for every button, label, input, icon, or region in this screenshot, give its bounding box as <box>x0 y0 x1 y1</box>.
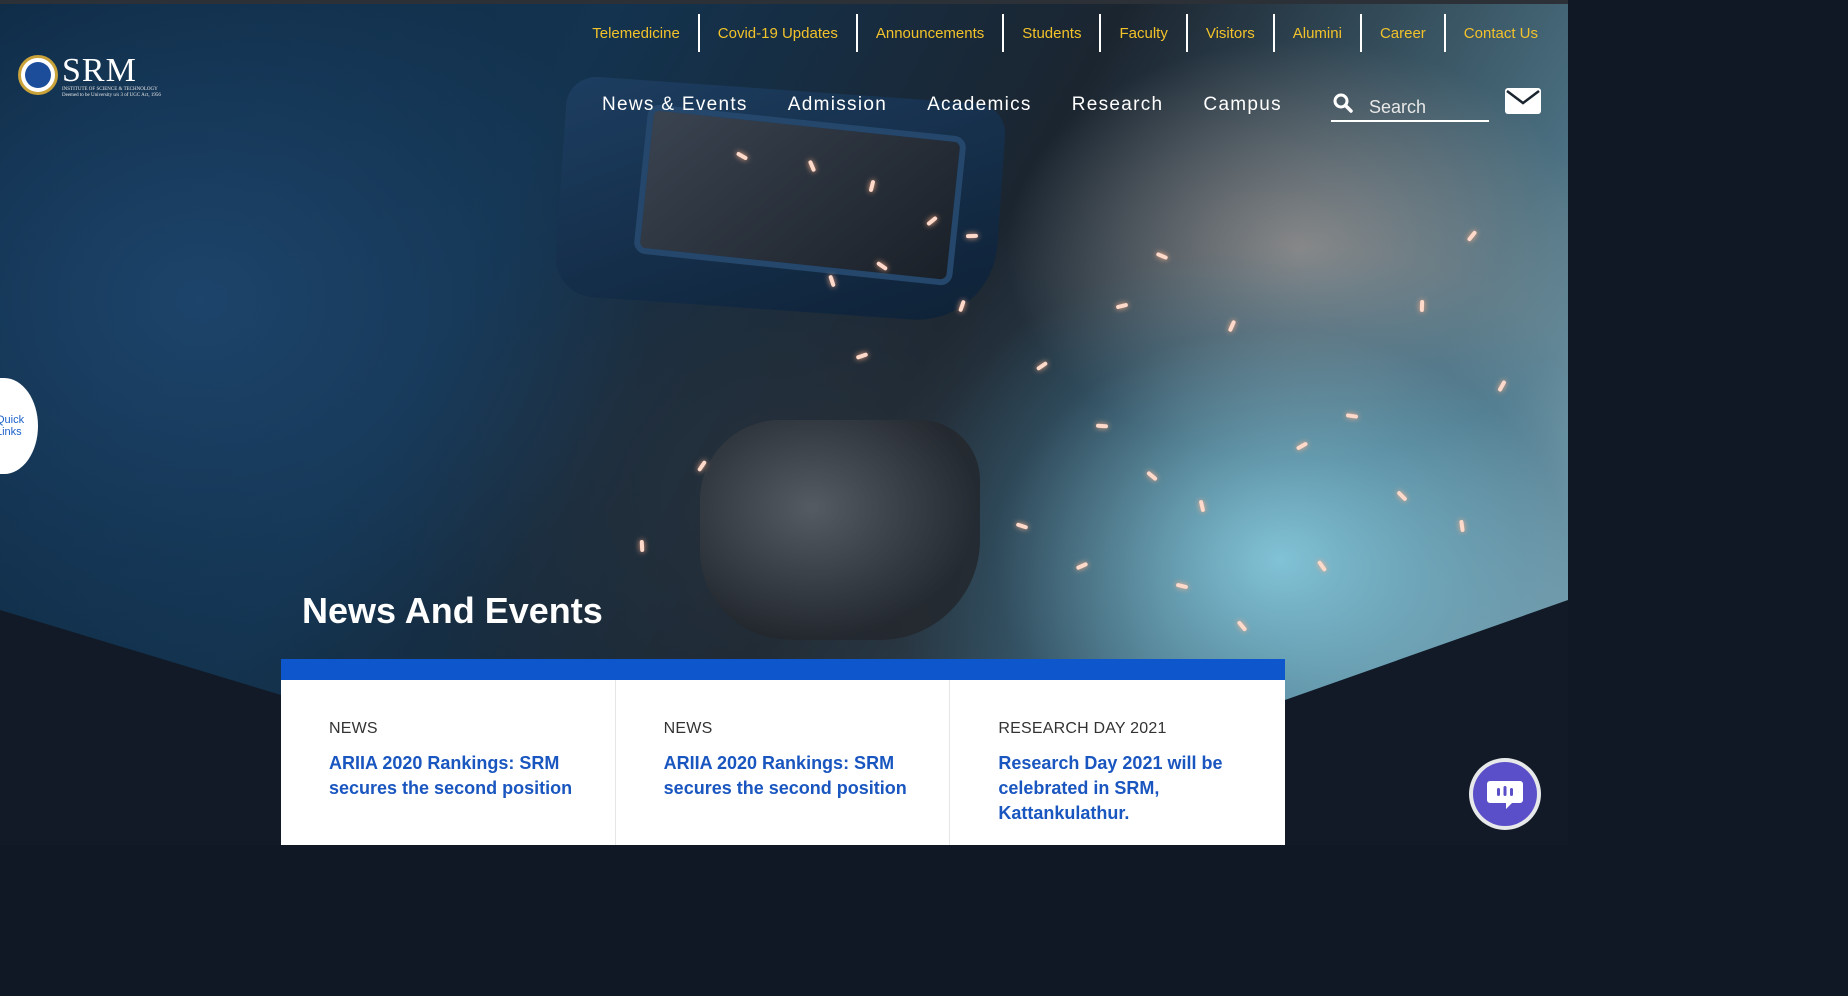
nav-academics[interactable]: Academics <box>907 92 1052 118</box>
chat-icon <box>1487 781 1523 809</box>
nav-admission[interactable]: Admission <box>768 92 907 118</box>
section-title: News And Events <box>302 590 603 631</box>
quick-links-label-2: Links <box>0 426 22 438</box>
util-link-announcements[interactable]: Announcements <box>855 14 1002 52</box>
srm-seal-icon <box>18 55 58 95</box>
nav-campus[interactable]: Campus <box>1183 92 1302 118</box>
news-category: RESEARCH DAY 2021 <box>998 720 1167 737</box>
quick-links-label-1: Quick <box>0 414 25 426</box>
search-icon[interactable] <box>1331 91 1353 119</box>
news-title-link[interactable]: ARIIA 2020 Rankings: SRM secures the sec… <box>329 753 572 798</box>
srm-logo[interactable]: SRM INSTITUTE OF SCIENCE & TECHNOLOGY De… <box>18 52 161 99</box>
news-panel: NEWS ARIIA 2020 Rankings: SRM secures th… <box>281 680 1285 845</box>
util-link-career[interactable]: Career <box>1359 14 1444 52</box>
util-link-students[interactable]: Students <box>1002 14 1099 52</box>
search-box <box>1331 90 1489 122</box>
logo-name: SRM <box>62 52 137 89</box>
search-input[interactable] <box>1369 96 1489 118</box>
chat-button[interactable] <box>1473 762 1537 826</box>
nav-news-events[interactable]: News & Events <box>582 92 768 118</box>
mail-icon[interactable] <box>1505 88 1541 114</box>
nav-research[interactable]: Research <box>1052 92 1184 118</box>
util-link-contact[interactable]: Contact Us <box>1443 14 1556 52</box>
news-card: NEWS ARIIA 2020 Rankings: SRM secures th… <box>281 680 616 845</box>
news-card: RESEARCH DAY 2021 Research Day 2021 will… <box>950 680 1285 845</box>
news-title-link[interactable]: ARIIA 2020 Rankings: SRM secures the sec… <box>664 753 907 798</box>
util-link-faculty[interactable]: Faculty <box>1099 14 1185 52</box>
util-link-alumni[interactable]: Alumini <box>1272 14 1360 52</box>
util-link-visitors[interactable]: Visitors <box>1185 14 1273 52</box>
news-card: NEWS ARIIA 2020 Rankings: SRM secures th… <box>616 680 951 845</box>
util-link-covid-updates[interactable]: Covid-19 Updates <box>697 14 856 52</box>
news-category: NEWS <box>329 720 378 737</box>
main-nav: News & Events Admission Academics Resear… <box>582 92 1302 118</box>
utility-nav: Telemedicine Covid-19 Updates Announceme… <box>574 14 1556 52</box>
logo-subtitle-2: Deemed to be University u/s 3 of UGC Act… <box>62 93 161 98</box>
util-link-telemedicine[interactable]: Telemedicine <box>574 14 698 52</box>
news-category: NEWS <box>663 720 713 737</box>
news-title-link[interactable]: Research Day 2021 will be celebrated in … <box>998 753 1222 823</box>
news-accent-bar <box>281 659 1285 680</box>
